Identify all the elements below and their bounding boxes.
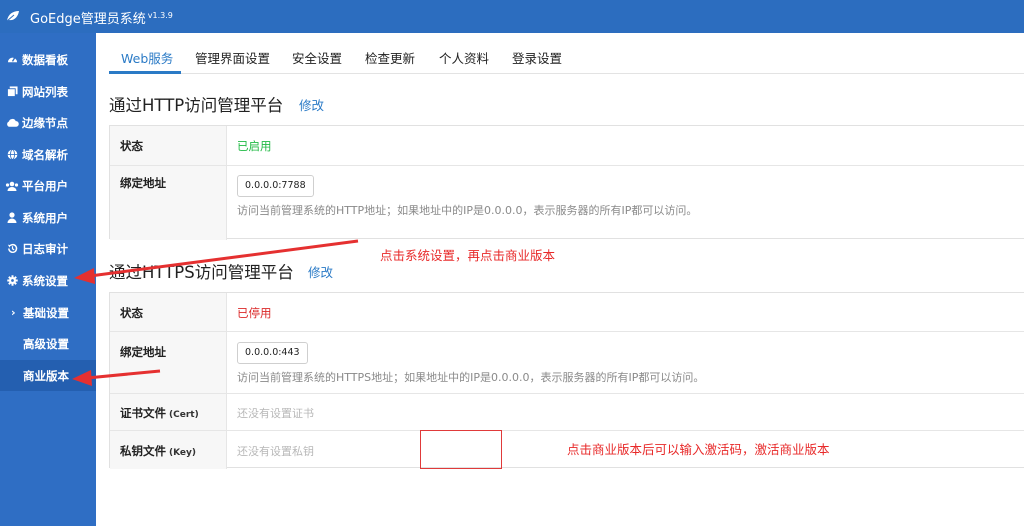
tab-profile[interactable]: 个人资料 [439,48,489,67]
label-cell: 绑定地址 [110,166,227,240]
sidebar-item-system-settings[interactable]: 系统设置 [0,265,96,296]
http-section-title: 通过HTTP访问管理平台 [109,96,284,115]
https-section-title: 通过HTTPS访问管理平台 [109,263,294,282]
http-bind-label: 绑定地址 [120,176,166,190]
sidebar-item-platform-users[interactable]: 平台用户 [0,170,96,201]
sidebar-item-label: 域名解析 [22,147,68,162]
http-bind-address: 0.0.0.0:7788 [237,175,314,197]
sidebar-item-label: 日志审计 [22,241,68,256]
https-bind-label: 绑定地址 [120,345,166,359]
top-bar: GoEdge管理员系统 v1.3.9 [0,0,1024,33]
leaf-logo-icon [6,11,19,22]
app-version: v1.3.9 [147,10,173,20]
globe-icon [0,149,22,160]
annotation-highlight-box [420,430,502,469]
label-cell: 私钥文件 (Key) [110,431,227,469]
sidebar-item-label: 平台用户 [22,178,68,193]
https-cert-label: 证书文件 (Cert) [120,406,199,420]
sidebar-item-label: 系统设置 [22,273,68,288]
https-key-label: 私钥文件 (Key) [120,444,197,458]
https-key-sub: (Key) [169,448,197,458]
https-bind-address: 0.0.0.0:443 [237,342,308,364]
settings-tabs: Web服务 管理界面设置 安全设置 检查更新 个人资料 登录设置 [109,33,1024,74]
table-row: 状态 已停用 [110,293,1024,331]
sidebar-sub-label: 高级设置 [23,336,69,351]
sidebar-item-label: 边缘节点 [22,115,68,130]
sidebar-item-dashboard[interactable]: 数据看板 [0,44,96,75]
http-settings-table: 状态 已启用 绑定地址 0.0.0.0:7788 访问当前管理系统的HTTP地址… [109,125,1024,240]
sidebar-item-label: 系统用户 [22,210,68,225]
http-status-label: 状态 [120,139,143,153]
tab-security-settings[interactable]: 安全设置 [292,48,342,67]
table-row: 绑定地址 0.0.0.0:7788 访问当前管理系统的HTTP地址；如果地址中的… [110,165,1024,240]
chevron-right-icon: › [11,306,16,319]
https-bind-hint: 访问当前管理系统的HTTPS地址；如果地址中的IP是0.0.0.0，表示服务器的… [237,371,705,384]
sidebar-sub-advanced-settings[interactable]: 高级设置 [0,328,96,359]
https-status-value: 已停用 [237,306,272,320]
users-icon [0,181,22,191]
tab-check-updates[interactable]: 检查更新 [365,48,415,67]
label-cell: 绑定地址 [110,332,227,393]
http-status-value: 已启用 [237,139,272,153]
sidebar-item-dns[interactable]: 域名解析 [0,139,96,170]
active-tab-indicator [109,71,181,74]
label-cell: 状态 [110,126,227,165]
https-key-value: 还没有设置私钥 [237,445,314,458]
history-icon [0,243,22,254]
sidebar-sub-basic-settings[interactable]: › 基础设置 [0,297,96,328]
sidebar-sub-label: 基础设置 [23,305,69,320]
sidebar-item-audit-log[interactable]: 日志审计 [0,233,96,264]
tab-web-service[interactable]: Web服务 [121,48,173,67]
https-edit-link[interactable]: 修改 [308,262,333,281]
sidebar-sub-commercial-edition[interactable]: 商业版本 [0,360,96,391]
https-cert-sub: (Cert) [169,410,199,420]
cloud-icon [0,118,22,128]
gear-icon [0,275,22,286]
annotation-note-1: 点击系统设置，再点击商业版本 [380,248,556,263]
sidebar-item-system-users[interactable]: 系统用户 [0,202,96,233]
tab-login-settings[interactable]: 登录设置 [512,48,562,67]
table-row: 绑定地址 0.0.0.0:443 访问当前管理系统的HTTPS地址；如果地址中的… [110,331,1024,393]
http-edit-link[interactable]: 修改 [299,95,324,114]
tab-ui-settings[interactable]: 管理界面设置 [195,48,270,67]
app-title[interactable]: GoEdge管理员系统 v1.3.9 [30,8,173,27]
clone-icon [0,86,22,97]
annotation-note-2: 点击商业版本后可以输入激活码，激活商业版本 [567,442,830,457]
label-cell: 证书文件 (Cert) [110,394,227,430]
sidebar-item-label: 数据看板 [22,52,68,67]
sidebar: 数据看板 网站列表 边缘节点 域名解析 平台用户 系统用户 日志审计 系统设置 … [0,33,96,526]
sidebar-sub-label: 商业版本 [23,368,69,383]
https-cert-value: 还没有设置证书 [237,407,314,420]
https-status-label: 状态 [120,306,143,320]
user-icon [0,212,22,223]
sidebar-item-label: 网站列表 [22,84,68,99]
table-row: 证书文件 (Cert) 还没有设置证书 [110,393,1024,430]
dashboard-icon [0,54,22,65]
label-cell: 状态 [110,293,227,331]
sidebar-item-edge-nodes[interactable]: 边缘节点 [0,107,96,138]
sidebar-item-sites[interactable]: 网站列表 [0,76,96,107]
http-bind-hint: 访问当前管理系统的HTTP地址；如果地址中的IP是0.0.0.0，表示服务器的所… [237,204,698,217]
table-row: 状态 已启用 [110,126,1024,165]
